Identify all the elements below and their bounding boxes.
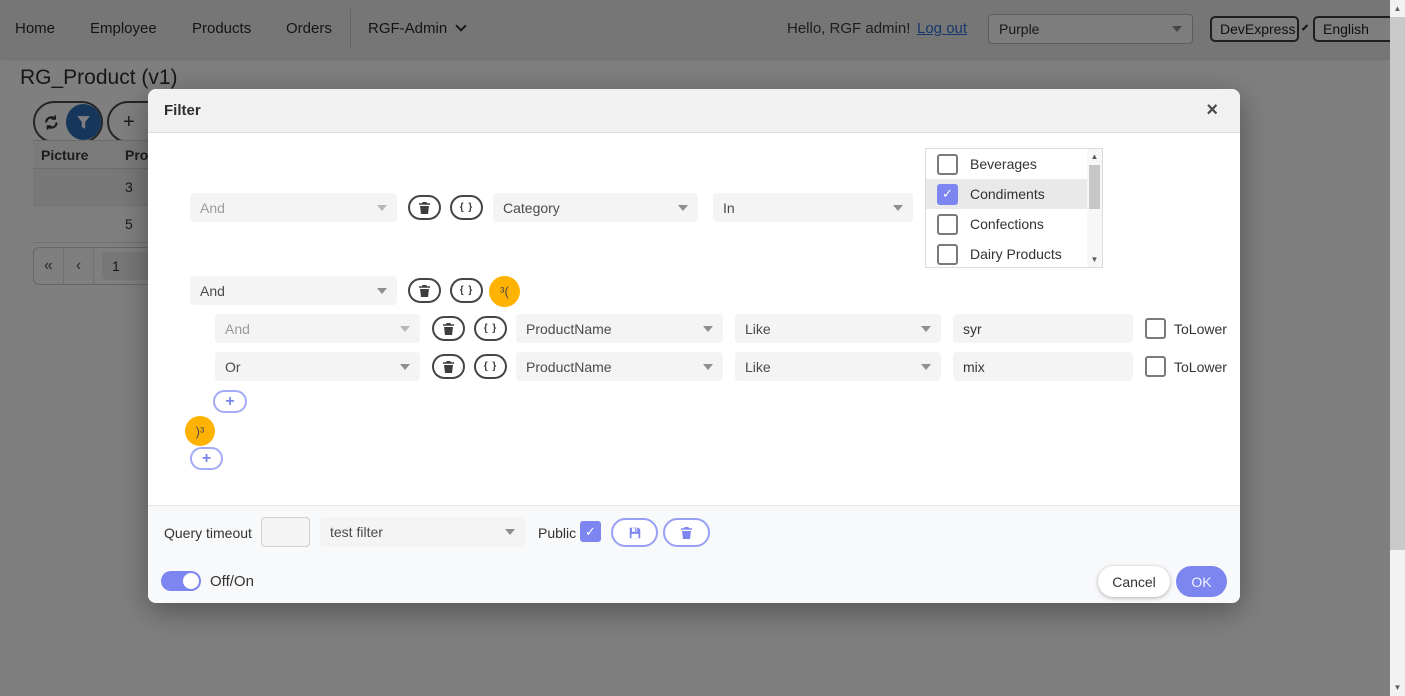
ok-button[interactable]: OK (1176, 566, 1227, 597)
delete-filter-button[interactable] (663, 518, 710, 547)
delete-condition-button[interactable] (432, 316, 465, 341)
braces-icon: { } (460, 202, 474, 213)
list-scrollbar[interactable]: ▲ ▼ (1087, 149, 1102, 267)
scrollbar-thumb[interactable] (1089, 165, 1100, 209)
condition-value-input[interactable] (953, 314, 1133, 343)
group-braces-button[interactable]: { } (450, 195, 483, 220)
checkbox-unchecked[interactable] (937, 154, 958, 175)
dropdown-arrow-icon (678, 205, 688, 211)
trash-icon (442, 322, 455, 336)
checkbox-checked[interactable] (937, 184, 958, 205)
public-label: Public (538, 525, 576, 541)
checkbox-unchecked[interactable] (937, 214, 958, 235)
scroll-down-icon[interactable]: ▼ (1087, 255, 1102, 264)
group-braces-button[interactable]: { } (474, 354, 507, 379)
group-braces-button[interactable]: { } (474, 316, 507, 341)
dropdown-arrow-icon (400, 326, 410, 332)
add-root-condition-button[interactable]: + (190, 447, 223, 470)
trash-icon (418, 284, 431, 298)
close-icon[interactable]: × (1206, 100, 1218, 120)
toggle-label: Off/On (210, 573, 254, 590)
add-condition-button[interactable]: + (213, 390, 247, 413)
save-filter-button[interactable] (611, 518, 658, 547)
braces-icon: { } (460, 285, 474, 296)
dialog-header: Filter × (148, 89, 1240, 133)
dropdown-arrow-icon (893, 205, 903, 211)
trash-icon (442, 360, 455, 374)
tolower-checkbox[interactable] (1145, 318, 1166, 339)
group-close-bracket-badge: )³ (185, 416, 215, 446)
braces-icon: { } (484, 323, 498, 334)
list-item[interactable]: Dairy Products (926, 239, 1102, 268)
condition-field-select[interactable]: ProductName (516, 352, 723, 381)
dropdown-arrow-icon (921, 364, 931, 370)
toggle-knob (183, 573, 199, 589)
scrollbar-thumb[interactable] (1390, 17, 1405, 550)
list-item[interactable]: Condiments (926, 179, 1102, 209)
delete-condition-button[interactable] (432, 354, 465, 379)
group-logic-select[interactable]: And (190, 276, 397, 305)
dialog-footer: Off/On Cancel OK (148, 558, 1240, 603)
checkbox-unchecked[interactable] (937, 244, 958, 265)
condition-logic-select[interactable]: And (215, 314, 420, 343)
delete-group-button[interactable] (408, 278, 441, 303)
save-icon (628, 526, 642, 540)
off-on-toggle[interactable] (161, 571, 201, 591)
query-timeout-label: Query timeout (164, 525, 252, 541)
public-checkbox[interactable] (580, 521, 601, 542)
condition-operator-select[interactable]: Like (735, 314, 941, 343)
scroll-up-icon[interactable]: ▲ (1390, 4, 1405, 13)
page-scrollbar[interactable]: ▲ ▼ (1390, 0, 1405, 696)
trash-icon (418, 201, 431, 215)
query-timeout-input[interactable] (261, 517, 310, 547)
dropdown-arrow-icon (703, 326, 713, 332)
dialog-title: Filter (164, 102, 201, 119)
group-braces-button[interactable]: { } (450, 278, 483, 303)
condition-value-input[interactable] (953, 352, 1133, 381)
scroll-up-icon[interactable]: ▲ (1087, 152, 1102, 161)
condition-operator-select[interactable]: Like (735, 352, 941, 381)
dropdown-arrow-icon (921, 326, 931, 332)
dropdown-arrow-icon (505, 529, 515, 535)
tolower-label: ToLower (1174, 321, 1227, 337)
scroll-down-icon[interactable]: ▼ (1390, 683, 1405, 692)
condition-logic-select[interactable]: Or (215, 352, 420, 381)
condition-field-select[interactable]: ProductName (516, 314, 723, 343)
list-item[interactable]: Beverages (926, 149, 1102, 179)
root-logic-select[interactable]: And (190, 193, 397, 222)
filter-dialog: Filter × And { } Category In Beverages C… (148, 89, 1240, 603)
group-open-bracket-badge: ³( (489, 276, 520, 307)
delete-condition-button[interactable] (408, 195, 441, 220)
root-field-select[interactable]: Category (493, 193, 698, 222)
cancel-button[interactable]: Cancel (1098, 566, 1170, 597)
trash-icon (680, 526, 693, 540)
tolower-checkbox[interactable] (1145, 356, 1166, 377)
root-operator-select[interactable]: In (713, 193, 913, 222)
dropdown-arrow-icon (377, 288, 387, 294)
category-listbox: Beverages Condiments Confections Dairy P… (925, 148, 1103, 268)
saved-filter-select[interactable]: test filter (320, 517, 525, 547)
braces-icon: { } (484, 361, 498, 372)
dropdown-arrow-icon (400, 364, 410, 370)
list-item[interactable]: Confections (926, 209, 1102, 239)
filter-settings-bar: Query timeout test filter Public (148, 505, 1240, 558)
tolower-label: ToLower (1174, 359, 1227, 375)
dropdown-arrow-icon (377, 205, 387, 211)
dropdown-arrow-icon (703, 364, 713, 370)
